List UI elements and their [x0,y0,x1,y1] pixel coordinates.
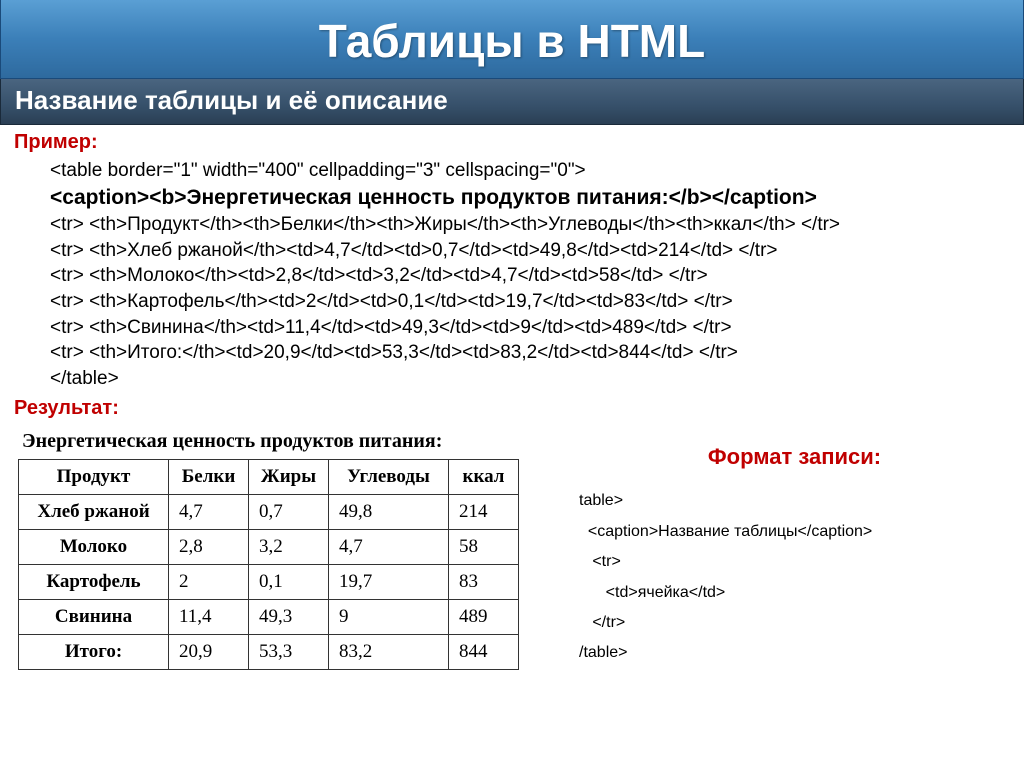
cell: 2 [169,565,249,600]
table-row: Свинина 11,4 49,3 9 489 [19,600,519,635]
col-header: Белки [169,460,249,495]
col-header: ккал [449,460,519,495]
table-row: Хлеб ржаной 4,7 0,7 49,8 214 [19,495,519,530]
code-line: </table> [50,366,1010,392]
slide-header: Таблицы в HTML [0,0,1024,79]
table-row: Картофель 2 0,1 19,7 83 [19,565,519,600]
code-line: <table border="1" width="400" cellpaddin… [50,158,1010,184]
cell: 83,2 [329,635,449,670]
code-line: <tr> <th>Молоко</th><td>2,8</td><td>3,2<… [50,263,1010,289]
format-line: table> [579,486,1010,516]
code-line: <caption><b>Энергетическая ценность прод… [50,184,1010,212]
col-header: Углеводы [329,460,449,495]
code-example: <table border="1" width="400" cellpaddin… [50,158,1010,391]
row-name: Картофель [19,565,169,600]
cell: 214 [449,495,519,530]
cell: 49,8 [329,495,449,530]
example-label: Пример: [14,131,1010,154]
format-line: /table> [579,638,1010,668]
row-name: Хлеб ржаной [19,495,169,530]
row-name: Итого: [19,635,169,670]
col-header: Жиры [249,460,329,495]
cell: 0,1 [249,565,329,600]
table-row: Итого: 20,9 53,3 83,2 844 [19,635,519,670]
table-row: Молоко 2,8 3,2 4,7 58 [19,530,519,565]
result-row: Энергетическая ценность продуктов питани… [14,426,1010,670]
format-line: </tr> [579,608,1010,638]
cell: 53,3 [249,635,329,670]
format-title: Формат записи: [579,444,1010,470]
col-header: Продукт [19,460,169,495]
result-table-wrap: Энергетическая ценность продуктов питани… [14,426,519,670]
table-caption: Энергетическая ценность продуктов питани… [14,426,519,459]
cell: 19,7 [329,565,449,600]
format-line: <tr> [579,547,1010,577]
slide-subheader: Название таблицы и её описание [0,79,1024,125]
slide-title: Таблицы в HTML [1,14,1023,68]
cell: 4,7 [169,495,249,530]
code-line: <tr> <th>Свинина</th><td>11,4</td><td>49… [50,315,1010,341]
table-header-row: Продукт Белки Жиры Углеводы ккал [19,460,519,495]
format-block: Формат записи: table> <caption>Название … [579,426,1010,668]
format-code: table> <caption>Название таблицы</captio… [579,486,1010,668]
code-line: <tr> <th>Хлеб ржаной</th><td>4,7</td><td… [50,238,1010,264]
cell: 58 [449,530,519,565]
cell: 4,7 [329,530,449,565]
code-line: <tr> <th>Продукт</th><th>Белки</th><th>Ж… [50,212,1010,238]
cell: 83 [449,565,519,600]
cell: 2,8 [169,530,249,565]
row-name: Свинина [19,600,169,635]
slide-subtitle: Название таблицы и её описание [15,85,1009,116]
cell: 489 [449,600,519,635]
code-line: <tr> <th>Итого:</th><td>20,9</td><td>53,… [50,340,1010,366]
cell: 49,3 [249,600,329,635]
cell: 0,7 [249,495,329,530]
result-label: Результат: [14,397,1010,420]
cell: 3,2 [249,530,329,565]
format-line: <caption>Название таблицы</caption> [579,517,1010,547]
format-line: <td>ячейка</td> [579,578,1010,608]
cell: 844 [449,635,519,670]
code-line: <tr> <th>Картофель</th><td>2</td><td>0,1… [50,289,1010,315]
result-table: Продукт Белки Жиры Углеводы ккал Хлеб рж… [18,459,519,670]
content-area: Пример: <table border="1" width="400" ce… [0,125,1024,670]
cell: 9 [329,600,449,635]
row-name: Молоко [19,530,169,565]
cell: 20,9 [169,635,249,670]
cell: 11,4 [169,600,249,635]
